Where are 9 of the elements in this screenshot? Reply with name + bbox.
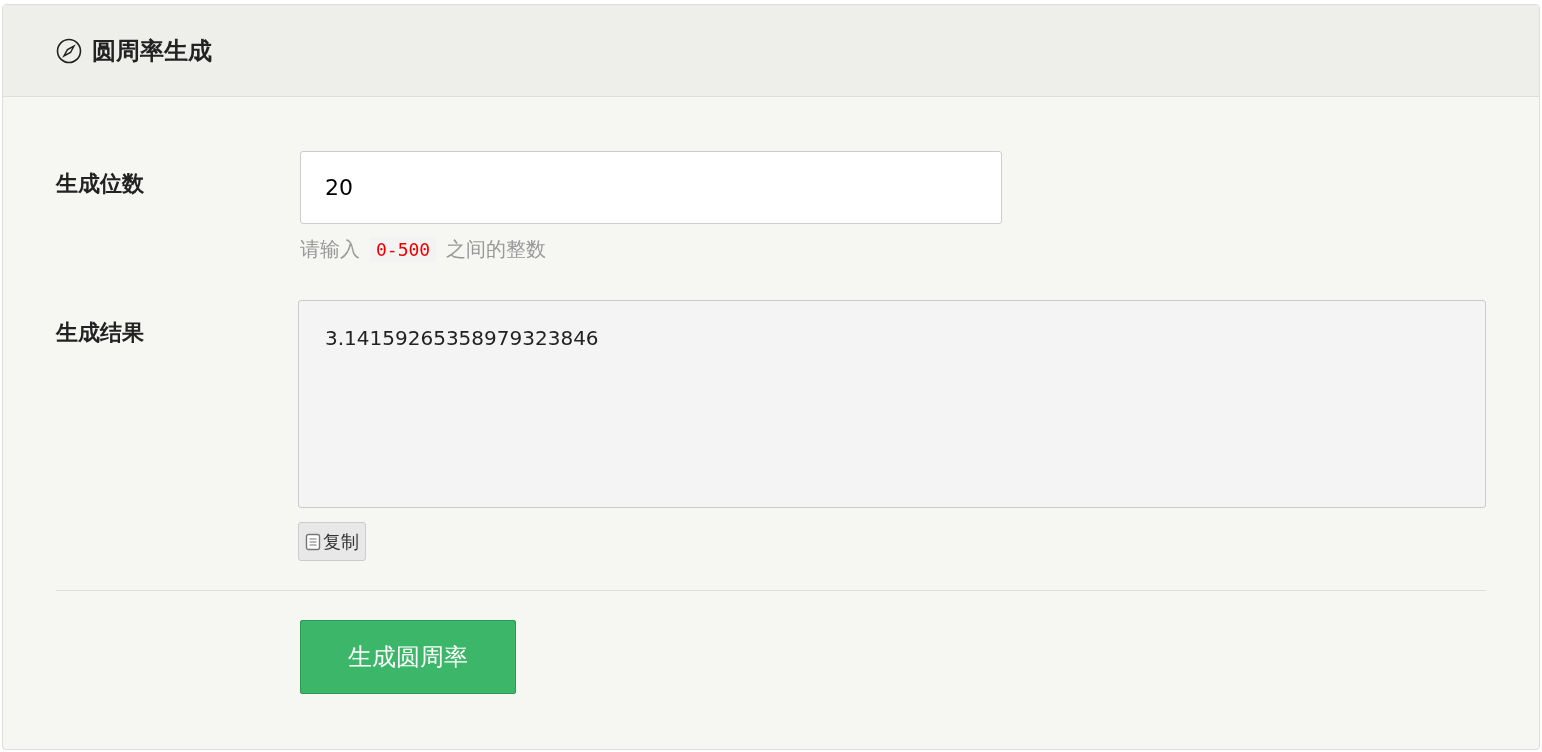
result-text-area[interactable]: 3.14159265358979323846 <box>298 300 1486 508</box>
copy-button[interactable]: 复制 <box>298 522 366 561</box>
help-text: 请输入 0-500 之间的整数 <box>300 236 548 264</box>
card-title: 圆周率生成 <box>92 35 212 67</box>
compass-icon <box>56 37 82 64</box>
digits-input-field[interactable]: 20 <box>300 151 1002 224</box>
document-icon <box>305 532 321 551</box>
field-label: 生成位数 <box>56 170 145 198</box>
field-label: 生成结果 <box>56 319 145 347</box>
